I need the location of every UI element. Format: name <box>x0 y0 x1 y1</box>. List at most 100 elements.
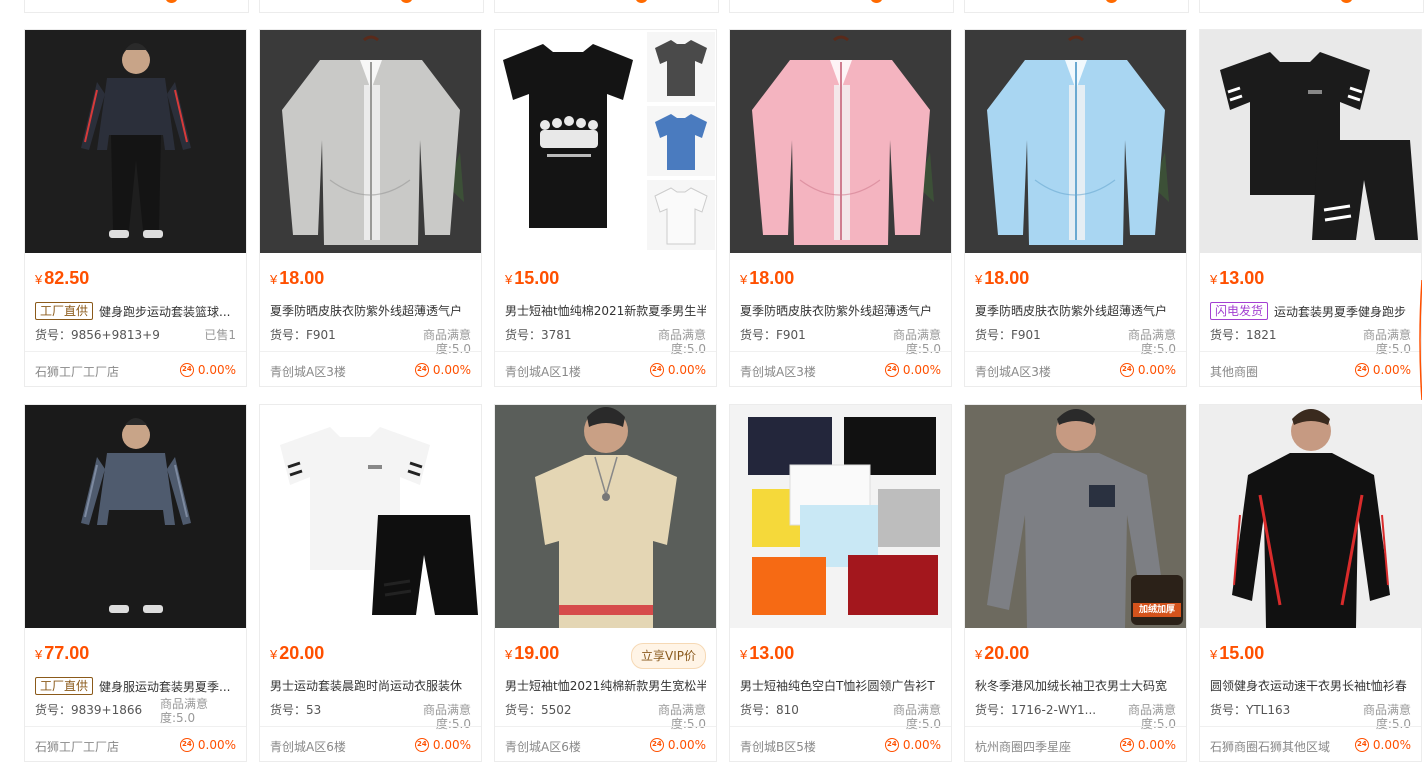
product-price: ¥77.00 <box>35 643 89 664</box>
product-card[interactable]: ¥15.00 男士短袖t恤纯棉2021新款夏季男生半 货号：3781 商品满意度:5.… <box>494 29 717 387</box>
product-stat: 已售1 <box>204 328 236 342</box>
product-card[interactable]: ¥15.00 圆领健身衣运动速干衣男长袖t恤衫春 货号：YTL163 商品满意度:5.… <box>1199 404 1422 762</box>
24h-icon: 24 <box>179 363 194 377</box>
partial-card[interactable] <box>24 0 249 13</box>
product-price: ¥15.00 <box>505 268 559 289</box>
product-title: 健身服运动套装男夏季... <box>99 680 231 694</box>
partial-card[interactable] <box>964 0 1189 13</box>
product-title-link[interactable]: 夏季防晒皮肤衣防紫外线超薄透气户 <box>270 302 471 320</box>
product-code: 货号：5502 <box>505 703 572 717</box>
product-card[interactable]: ¥18.00 夏季防晒皮肤衣防紫外线超薄透气户 货号：F901 商品满意度:5.0 青创… <box>729 29 952 387</box>
return-rate-value: 0.00% <box>1137 363 1176 377</box>
store-location-link[interactable]: 青创城A区3楼 <box>975 363 1051 380</box>
product-card[interactable]: ¥19.00 立享VIP价 男士短袖t恤2021纯棉新款男生宽松半 货号：5502 商品… <box>494 404 717 762</box>
return-rate: 24 0.00% <box>884 738 941 752</box>
store-location-link[interactable]: 石狮商圈石狮其他区域 <box>1210 738 1330 755</box>
return-rate-value: 0.00% <box>667 363 706 377</box>
store-location-link[interactable]: 其他商圈 <box>1210 363 1258 380</box>
product-tag: 工厂直供 <box>35 302 94 320</box>
product-title-link[interactable]: 工厂直供 健身服运动套装男夏季... <box>35 677 236 696</box>
24h-icon: 24 <box>884 738 899 752</box>
product-code: 货号：810 <box>740 703 799 717</box>
price-value: 13.00 <box>1219 268 1265 288</box>
24h-icon: 24 <box>649 363 664 377</box>
product-price: ¥18.00 <box>975 268 1029 289</box>
return-rate-value: 0.00% <box>432 363 471 377</box>
product-title-link[interactable]: 男士短袖纯色空白T恤衫圆领广告衫T <box>740 677 941 695</box>
return-rate: 24 0.00% <box>884 363 941 377</box>
card-divider <box>1200 351 1421 352</box>
price-value: 18.00 <box>984 268 1030 288</box>
price-value: 13.00 <box>749 643 795 663</box>
product-title-link[interactable]: 圆领健身衣运动速干衣男长袖t恤衫春 <box>1210 677 1411 695</box>
partial-card[interactable] <box>1199 0 1424 13</box>
24h-icon: 24 <box>1119 363 1134 377</box>
product-card[interactable]: ¥18.00 夏季防晒皮肤衣防紫外线超薄透气户 货号：F901 商品满意度:5.0 青创… <box>259 29 482 387</box>
currency-symbol: ¥ <box>740 272 748 287</box>
24h-icon: 24 <box>179 738 194 752</box>
product-card[interactable]: ¥13.00 男士短袖纯色空白T恤衫圆领广告衫T 货号：810 商品满意度:5.0 青创… <box>729 404 952 762</box>
product-title-link[interactable]: 男士短袖t恤2021纯棉新款男生宽松半 <box>505 677 706 695</box>
product-image[interactable] <box>260 405 481 628</box>
product-card[interactable]: 加绒加厚 ¥20.00 秋冬季港风加绒长袖卫衣男士大码宽货号：1716-2-WY1.… <box>964 404 1187 762</box>
store-location-link[interactable]: 青创城B区5楼 <box>740 738 816 755</box>
store-location-link[interactable]: 青创城A区6楼 <box>270 738 346 755</box>
return-rate: 24 0.00% <box>1119 738 1176 752</box>
product-image[interactable] <box>1200 405 1421 628</box>
product-title-link[interactable]: 闪电发货 运动套装男夏季健身跑步 <box>1210 302 1411 321</box>
product-price: ¥20.00 <box>975 643 1029 664</box>
store-location-link[interactable]: 青创城A区1楼 <box>505 363 581 380</box>
product-image[interactable] <box>1200 30 1421 253</box>
product-card[interactable]: ¥77.00 工厂直供 健身服运动套装男夏季... 货号：9839+1866 商品满意度… <box>24 404 247 762</box>
return-rate-value: 0.00% <box>1372 363 1411 377</box>
product-title: 男士运动套装晨跑时尚运动衣服装休 <box>270 679 463 693</box>
currency-symbol: ¥ <box>740 647 748 662</box>
partial-card[interactable] <box>729 0 954 13</box>
price-value: 19.00 <box>514 643 560 663</box>
store-location-link[interactable]: 青创城A区3楼 <box>270 363 346 380</box>
product-title-link[interactable]: 工厂直供 健身跑步运动套装篮球... <box>35 302 236 321</box>
store-location-link[interactable]: 杭州商圈四季星座 <box>975 738 1071 755</box>
product-title-link[interactable]: 男士短袖t恤纯棉2021新款夏季男生半 <box>505 302 706 320</box>
product-title: 男士短袖纯色空白T恤衫圆领广告衫T <box>740 679 935 693</box>
store-location-link[interactable]: 青创城A区3楼 <box>740 363 816 380</box>
return-rate-value: 0.00% <box>902 738 941 752</box>
partial-card[interactable] <box>259 0 484 13</box>
product-image[interactable] <box>25 30 246 253</box>
product-stat: 商品满意度:5.0 <box>160 697 209 725</box>
product-image[interactable] <box>495 405 716 628</box>
return-rate: 24 0.00% <box>179 738 236 752</box>
product-image[interactable] <box>495 30 716 253</box>
vip-price-button[interactable]: 立享VIP价 <box>631 643 706 669</box>
product-image[interactable] <box>730 405 951 628</box>
product-title: 圆领健身衣运动速干衣男长袖t恤衫春 <box>1210 679 1407 693</box>
store-location-link[interactable]: 石狮工厂工厂店 <box>35 363 119 380</box>
product-image[interactable] <box>965 405 1186 628</box>
product-card[interactable]: ¥82.50 工厂直供 健身跑步运动套装篮球... 货号：9856+9813+9...… <box>24 29 247 387</box>
product-image[interactable] <box>965 30 1186 253</box>
return-rate: 24 0.00% <box>649 738 706 752</box>
product-title: 夏季防晒皮肤衣防紫外线超薄透气户 <box>740 304 933 318</box>
product-code: 货号：1716-2-WY1... <box>975 703 1097 717</box>
card-divider <box>260 351 481 352</box>
product-image[interactable] <box>730 30 951 253</box>
product-title-link[interactable]: 秋冬季港风加绒长袖卫衣男士大码宽 <box>975 677 1176 695</box>
product-badge-text: 加绒加厚 <box>1138 605 1175 615</box>
card-divider <box>965 351 1186 352</box>
product-title: 夏季防晒皮肤衣防紫外线超薄透气户 <box>270 304 463 318</box>
return-rate: 24 0.00% <box>414 363 471 377</box>
price-value: 15.00 <box>514 268 560 288</box>
product-card[interactable]: ¥18.00 夏季防晒皮肤衣防紫外线超薄透气户 货号：F901 商品满意度:5.0 青创… <box>964 29 1187 387</box>
store-location-link[interactable]: 石狮工厂工厂店 <box>35 738 119 755</box>
product-card[interactable]: ¥13.00 闪电发货 运动套装男夏季健身跑步 货号：1821 商品满意度:5.0 其他商… <box>1199 29 1422 387</box>
product-title: 男士短袖t恤纯棉2021新款夏季男生半 <box>505 304 706 318</box>
product-image[interactable] <box>260 30 481 253</box>
partial-card[interactable] <box>494 0 719 13</box>
product-title-link[interactable]: 男士运动套装晨跑时尚运动衣服装休 <box>270 677 471 695</box>
product-image[interactable] <box>25 405 246 628</box>
product-title-link[interactable]: 夏季防晒皮肤衣防紫外线超薄透气户 <box>740 302 941 320</box>
store-location-link[interactable]: 青创城A区6楼 <box>505 738 581 755</box>
product-title-link[interactable]: 夏季防晒皮肤衣防紫外线超薄透气户 <box>975 302 1176 320</box>
card-divider <box>965 726 1186 727</box>
product-card[interactable]: ¥20.00 男士运动套装晨跑时尚运动衣服装休 货号：53 商品满意度:5.0 青创城A… <box>259 404 482 762</box>
